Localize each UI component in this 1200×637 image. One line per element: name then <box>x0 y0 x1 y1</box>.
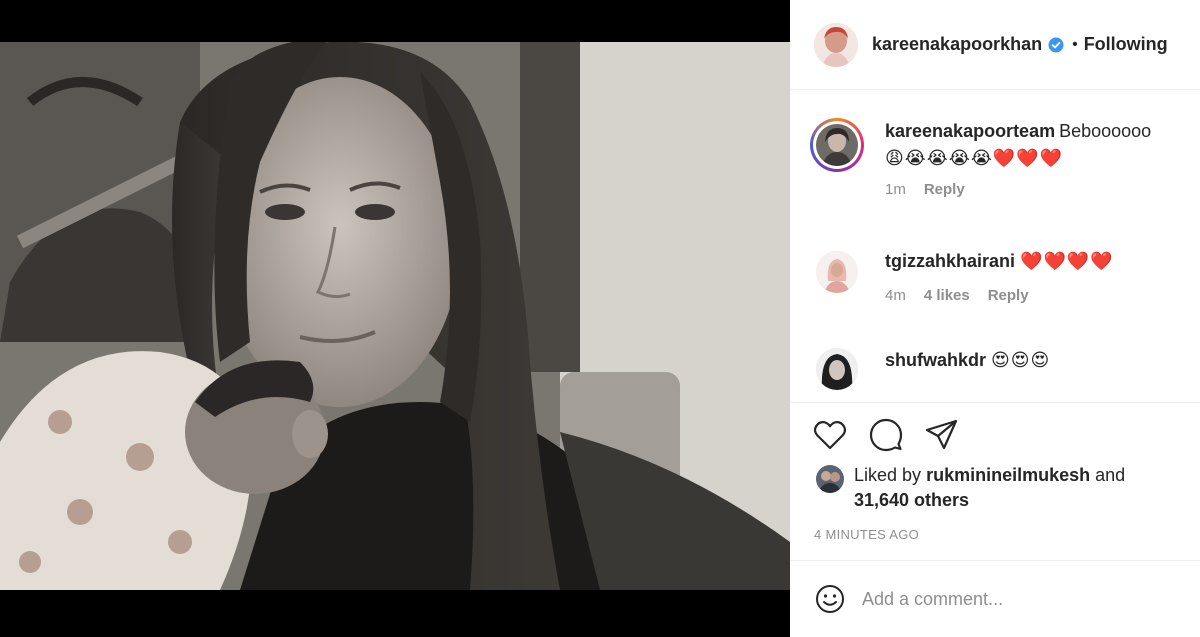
heart-icon[interactable] <box>812 417 848 453</box>
reply-button[interactable]: Reply <box>924 181 965 198</box>
commenter-avatar[interactable] <box>816 124 858 166</box>
commenter-avatar-image <box>816 124 858 166</box>
post-timestamp[interactable]: 4 MINUTES AGO <box>814 527 919 542</box>
comment-emojis: 😍😍😍 <box>991 350 1051 370</box>
commenter-avatar-image <box>816 251 858 293</box>
commenter-username[interactable]: shufwahkdr <box>885 350 986 370</box>
comment-meta: 1m Reply <box>885 181 1180 198</box>
author-username[interactable]: kareenakapoorkhan <box>872 34 1042 55</box>
comment-time[interactable]: 4m <box>885 287 906 304</box>
comment-item: shufwahkdr 😍😍😍 <box>790 346 1200 401</box>
following-button[interactable]: Following <box>1084 34 1168 55</box>
paper-plane-icon[interactable] <box>924 417 960 453</box>
post-photo[interactable] <box>0 42 790 590</box>
liker-avatar-image <box>816 465 844 493</box>
post-media-area <box>0 0 790 637</box>
author-avatar[interactable] <box>814 22 858 67</box>
add-comment-bar <box>790 560 1200 637</box>
commenter-avatar[interactable] <box>816 251 858 293</box>
post-header: kareenakapoorkhan • Following <box>790 0 1200 90</box>
comment-bubble-icon[interactable] <box>868 417 904 453</box>
post-actions: Liked by rukminineilmukesh and 31,640 ot… <box>790 402 1200 550</box>
liker-avatar[interactable] <box>816 465 844 493</box>
add-comment-input[interactable] <box>862 588 1162 610</box>
likes-text: Liked by rukminineilmukesh and 31,640 ot… <box>854 463 1125 513</box>
comment-meta: 4m 4 likes Reply <box>885 287 1180 304</box>
smiley-icon[interactable] <box>812 581 848 617</box>
comment-time[interactable]: 1m <box>885 181 906 198</box>
comment-text: Beboooooo <box>1059 121 1152 141</box>
comment-emojis: ❤️❤️❤️❤️ <box>1020 251 1114 271</box>
commenter-avatar-image <box>816 348 858 390</box>
likes-others-count[interactable]: 31,640 others <box>854 490 969 510</box>
comment-likes[interactable]: 4 likes <box>924 287 970 304</box>
comment-emojis: 😩😭😭😭😭❤️❤️❤️ <box>885 148 1064 168</box>
likes-conjunction: and <box>1095 465 1126 485</box>
commenter-username[interactable]: tgizzahkhairani <box>885 251 1015 271</box>
likes-summary: Liked by rukminineilmukesh and 31,640 ot… <box>816 463 1125 513</box>
verified-badge-icon <box>1048 37 1064 53</box>
reply-button[interactable]: Reply <box>988 287 1029 304</box>
photo-illustration <box>0 42 790 590</box>
comment-item: tgizzahkhairani ❤️❤️❤️❤️ 4m 4 likes Repl… <box>790 247 1200 327</box>
post-sidebar: kareenakapoorkhan • Following kareenakap… <box>790 0 1200 637</box>
commenter-avatar[interactable] <box>816 348 858 390</box>
liker-username[interactable]: rukminineilmukesh <box>926 465 1090 485</box>
header-separator: • <box>1072 35 1078 53</box>
comment-item: kareenakapoorteam Beboooooo 😩😭😭😭😭❤️❤️❤️ 1… <box>790 117 1200 227</box>
author-avatar-image <box>814 22 858 67</box>
commenter-username[interactable]: kareenakapoorteam <box>885 121 1055 141</box>
comments-list: kareenakapoorteam Beboooooo 😩😭😭😭😭❤️❤️❤️ 1… <box>790 91 1200 401</box>
likes-prefix: Liked by <box>854 465 922 485</box>
